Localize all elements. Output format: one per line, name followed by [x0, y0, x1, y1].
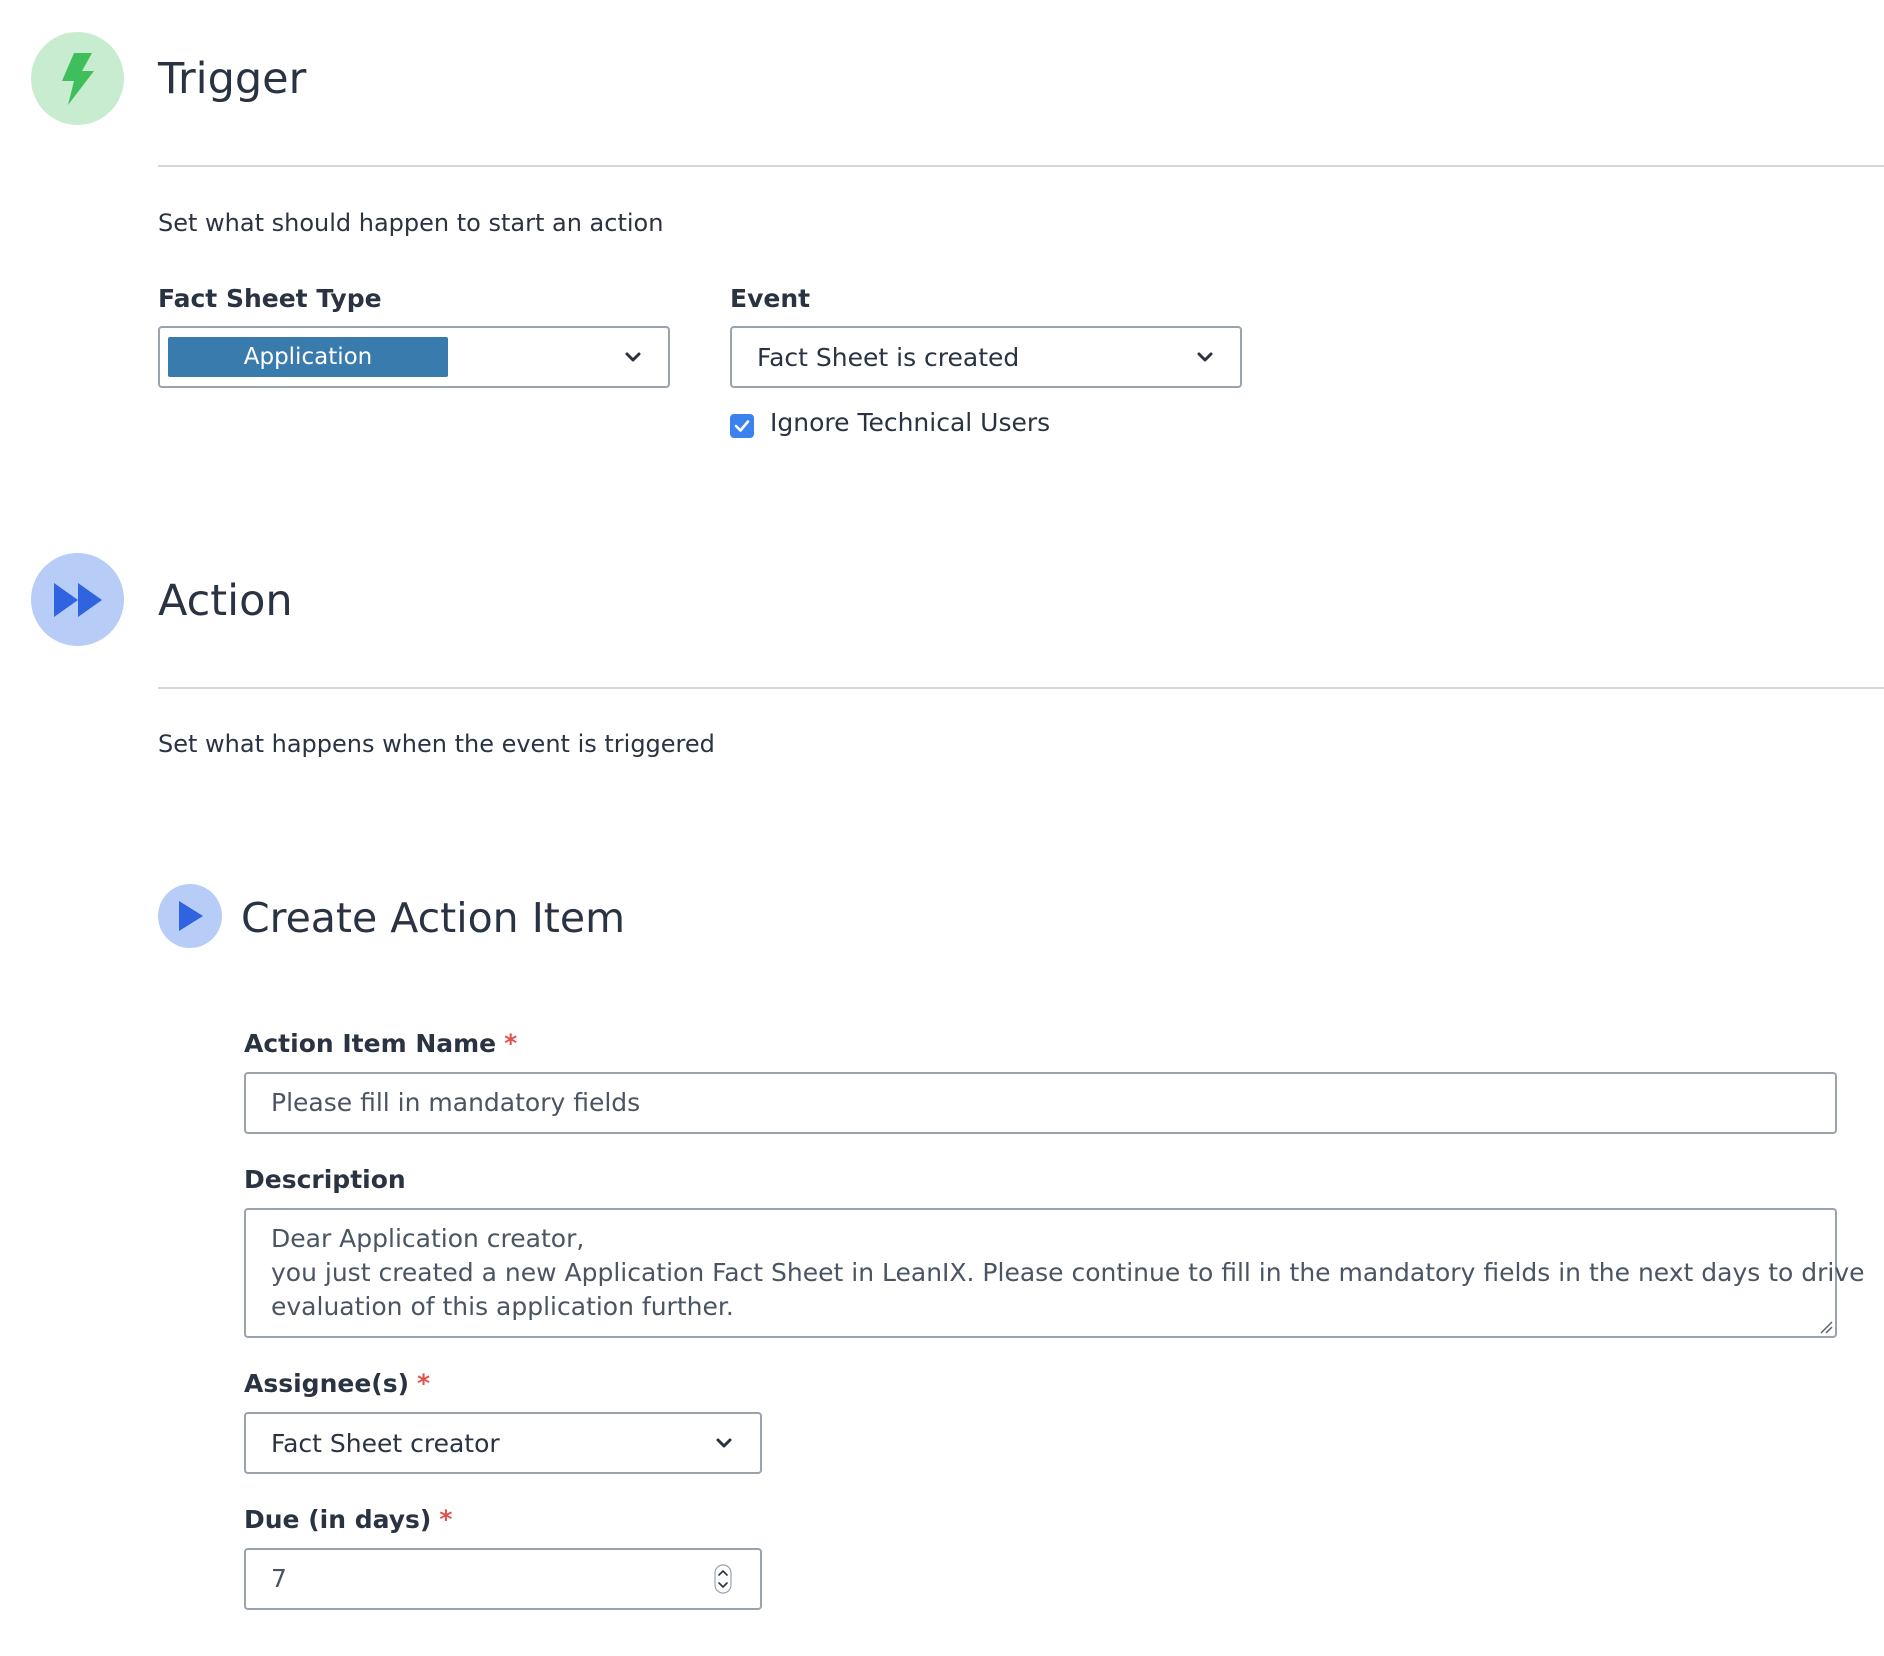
- chevron-down-icon: [716, 1438, 732, 1448]
- fact-sheet-type-select[interactable]: Application: [158, 326, 670, 388]
- action-section-icon: [31, 553, 124, 646]
- assignees-label: Assignee(s) *: [244, 1369, 430, 1398]
- action-item-name-label-text: Action Item Name: [244, 1029, 497, 1058]
- action-divider: [158, 687, 1884, 689]
- description-textarea[interactable]: Dear Application creator, you just creat…: [244, 1208, 1865, 1338]
- description-line-1: Dear Application creator,: [271, 1224, 585, 1253]
- trigger-subtitle: Set what should happen to start an actio…: [158, 209, 664, 237]
- required-marker: *: [417, 1369, 431, 1398]
- action-title: Action: [158, 576, 293, 626]
- due-days-label-text: Due (in days): [244, 1505, 432, 1534]
- lightning-bolt-icon: [61, 52, 94, 105]
- ignore-technical-users-label[interactable]: Ignore Technical Users: [770, 408, 1050, 437]
- event-label: Event: [730, 284, 811, 313]
- play-icon: [179, 901, 203, 931]
- trigger-section-icon: [31, 32, 124, 125]
- trigger-title: Trigger: [158, 54, 307, 104]
- action-item-name-value: Please fill in mandatory fields: [271, 1088, 641, 1117]
- assignees-label-text: Assignee(s): [244, 1369, 410, 1398]
- description-line-3: evaluation of this application further.: [271, 1292, 734, 1321]
- required-marker: *: [439, 1505, 453, 1534]
- resize-handle-icon[interactable]: [1819, 1320, 1833, 1334]
- description-value: Dear Application creator, you just creat…: [271, 1222, 1865, 1324]
- due-days-value: 7: [271, 1564, 287, 1593]
- fast-forward-icon: [53, 582, 102, 617]
- description-line-2: you just created a new Application Fact …: [271, 1258, 1865, 1287]
- action-item-name-label: Action Item Name *: [244, 1029, 517, 1058]
- due-days-label: Due (in days) *: [244, 1505, 452, 1534]
- automation-config-page: Trigger Set what should happen to start …: [0, 0, 1884, 1656]
- action-subtitle: Set what happens when the event is trigg…: [158, 730, 715, 758]
- due-days-number-input[interactable]: 7: [244, 1548, 762, 1610]
- chevron-down-icon: [625, 352, 641, 362]
- required-marker: *: [504, 1029, 518, 1058]
- trigger-divider: [158, 165, 1884, 167]
- checkmark-icon: [734, 420, 750, 432]
- description-label: Description: [244, 1165, 406, 1194]
- assignees-select[interactable]: Fact Sheet creator: [244, 1412, 762, 1474]
- fact-sheet-type-label: Fact Sheet Type: [158, 284, 382, 313]
- chevron-down-icon: [1197, 352, 1213, 362]
- create-action-item-title: Create Action Item: [241, 894, 626, 942]
- event-selected-value: Fact Sheet is created: [757, 342, 1020, 372]
- fact-sheet-type-tag: Application: [168, 337, 448, 377]
- event-select[interactable]: Fact Sheet is created: [730, 326, 1242, 388]
- number-stepper-icon[interactable]: [714, 1564, 732, 1594]
- action-item-name-input[interactable]: Please fill in mandatory fields: [244, 1072, 1837, 1134]
- assignees-selected-value: Fact Sheet creator: [271, 1428, 500, 1458]
- create-action-item-icon: [158, 884, 222, 948]
- ignore-technical-users-checkbox[interactable]: [730, 414, 754, 438]
